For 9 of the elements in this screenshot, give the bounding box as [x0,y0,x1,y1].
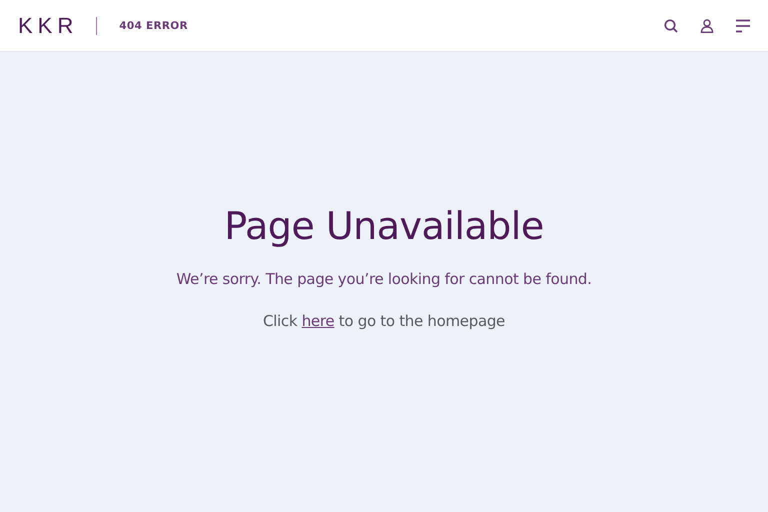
menu-icon[interactable] [736,18,750,32]
homepage-sentence: Click here to go to the homepage [263,312,505,330]
search-icon[interactable] [664,18,678,32]
error-message: We’re sorry. The page you’re looking for cannot be found. [176,270,592,288]
section-label: 404 ERROR [119,20,188,32]
page-title: Page Unavailable [224,204,544,248]
logo[interactable]: KKR [18,12,78,38]
user-icon[interactable] [700,18,714,32]
homepage-link[interactable]: here [302,312,334,330]
